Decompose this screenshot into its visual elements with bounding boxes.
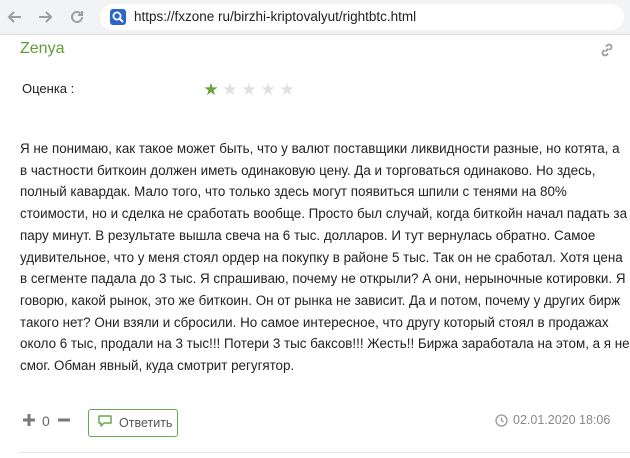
star-filled-icon: ★ [203, 80, 219, 99]
search-icon [110, 9, 126, 25]
divider [20, 452, 630, 453]
browser-toolbar: https://fxzone ru/birzhi-kriptovalyut/ri… [0, 0, 630, 35]
rating-label: Оценка : [22, 81, 75, 96]
plus-icon[interactable] [22, 413, 36, 432]
star-empty-icon: ★ [222, 80, 238, 99]
url-text: https://fxzone ru/birzhi-kriptovalyut/ri… [134, 9, 417, 24]
review-author[interactable]: Zenya [20, 40, 64, 58]
star-empty-icon: ★ [241, 80, 257, 99]
arrow-right-icon[interactable] [34, 7, 56, 27]
star-empty-icon: ★ [260, 80, 276, 99]
reload-icon[interactable] [66, 7, 88, 27]
address-bar[interactable]: https://fxzone ru/birzhi-kriptovalyut/ri… [100, 4, 624, 30]
vote-count: 0 [42, 413, 50, 429]
star-empty-icon: ★ [279, 80, 295, 99]
review-date: 02.01.2020 18:06 [513, 413, 611, 427]
link-icon[interactable] [599, 42, 615, 63]
star-rating: ★ ★ ★ ★ ★ [202, 81, 296, 98]
clock-icon [495, 414, 508, 432]
reply-button[interactable]: Ответить [88, 409, 178, 437]
arrow-left-icon[interactable] [4, 7, 26, 27]
review-text: Я не понимаю, как такое может быть, что … [20, 141, 630, 374]
minus-icon[interactable] [57, 413, 71, 432]
reply-label: Ответить [119, 416, 173, 430]
comment-icon [97, 414, 113, 433]
